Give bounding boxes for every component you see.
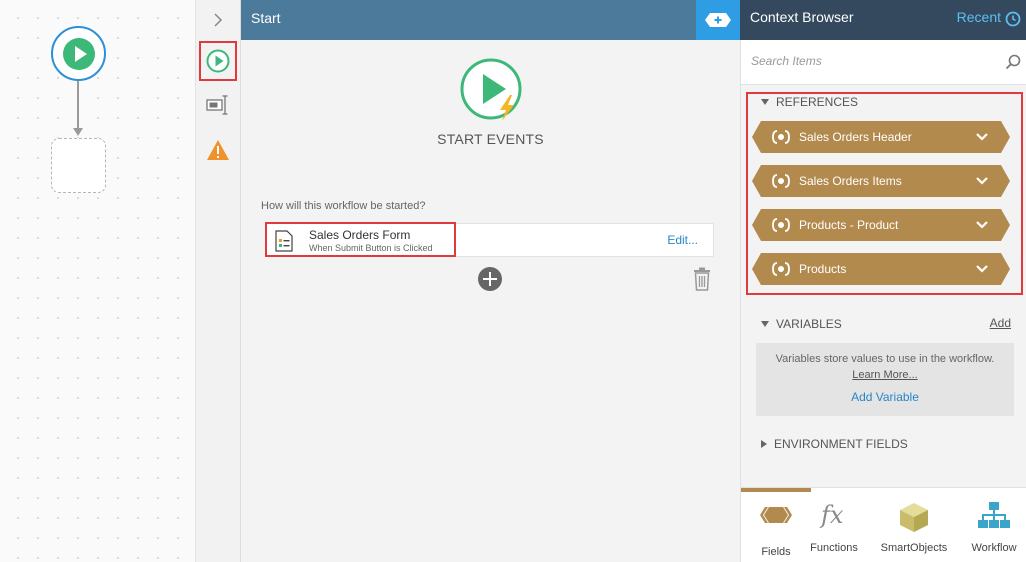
reference-label: Sales Orders Items [799, 174, 902, 188]
start-events-icon [458, 57, 526, 130]
start-node[interactable] [51, 26, 106, 81]
tab-workflow[interactable]: Workflow [959, 488, 1026, 562]
edit-event-link[interactable]: Edit... [667, 233, 698, 247]
properties-rail [196, 0, 241, 562]
expand-triangle-icon [761, 440, 767, 448]
reference-label: Sales Orders Header [799, 130, 912, 144]
context-browser-tabs: Fields fx Functions SmartObjects Workflo… [740, 487, 1026, 562]
chevron-right-icon [214, 13, 223, 27]
delete-event-button[interactable] [693, 267, 711, 296]
reference-item[interactable]: Products [752, 253, 1010, 285]
connector-arrow [73, 128, 83, 136]
search-bar [741, 40, 1026, 85]
plus-circle-icon [478, 267, 502, 291]
reference-item[interactable]: Products - Product [752, 209, 1010, 241]
chevron-down-icon[interactable] [976, 263, 988, 277]
tab-label: SmartObjects [880, 542, 948, 554]
start-question: How will this workflow be started? [261, 200, 426, 212]
start-events-title: START EVENTS [437, 131, 544, 147]
context-browser-title: Context Browser [750, 9, 854, 25]
search-icon[interactable] [1005, 54, 1021, 75]
reference-label: Products - Product [799, 218, 899, 232]
chevron-down-icon[interactable] [976, 175, 988, 189]
reference-label: Products [799, 262, 847, 276]
add-variable-button[interactable]: Add Variable [756, 390, 1014, 404]
smartobject-reference-icon [772, 129, 790, 148]
variables-section-header[interactable]: VARIABLES [761, 317, 842, 331]
context-browser-icon [705, 13, 731, 27]
clock-icon[interactable] [1005, 11, 1021, 32]
smartobject-reference-icon [772, 217, 790, 236]
search-input[interactable] [751, 54, 991, 68]
collapse-triangle-icon [761, 321, 769, 327]
chevron-down-icon[interactable] [976, 219, 988, 233]
context-browser: REFERENCES Sales Orders Header Sales Ord… [740, 40, 1026, 487]
connector-line [77, 81, 79, 131]
start-panel: START EVENTS How will this workflow be s… [241, 40, 740, 562]
play-icon [62, 37, 95, 70]
form-step-icon [206, 95, 228, 115]
context-browser-header: Context Browser Recent [740, 0, 1026, 40]
chevron-down-icon[interactable] [976, 131, 988, 145]
add-variable-link[interactable]: Add [990, 316, 1011, 330]
add-event-button[interactable] [478, 267, 502, 296]
environment-fields-section-header[interactable]: ENVIRONMENT FIELDS [761, 437, 908, 451]
recent-link[interactable]: Recent [957, 9, 1001, 25]
start-panel-header: Start [241, 0, 696, 40]
tab-label: Functions [810, 542, 858, 554]
svg-text:fx: fx [819, 501, 844, 529]
tab-label: Workflow [971, 542, 1017, 554]
variables-empty-box: Variables store values to use in the wor… [756, 343, 1014, 416]
context-browser-toggle[interactable] [696, 0, 740, 40]
workflow-canvas[interactable] [0, 0, 196, 562]
variables-description: Variables store values to use in the wor… [775, 353, 995, 365]
empty-step-placeholder[interactable] [51, 138, 106, 193]
start-tab-button[interactable] [199, 41, 237, 81]
tab-functions[interactable]: fx Functions [799, 488, 869, 562]
environment-fields-label: ENVIRONMENT FIELDS [774, 437, 908, 451]
learn-more-link[interactable]: Learn More... [756, 369, 1014, 381]
warnings-button[interactable] [199, 130, 237, 170]
reference-item[interactable]: Sales Orders Items [752, 165, 1010, 197]
reference-item[interactable]: Sales Orders Header [752, 121, 1010, 153]
smartobject-cube-icon [879, 501, 949, 533]
play-circle-icon [206, 49, 230, 73]
panel-title: Start [251, 10, 281, 26]
tab-smartobjects[interactable]: SmartObjects [879, 488, 949, 562]
expand-button[interactable] [199, 0, 237, 40]
functions-icon: fx [799, 501, 869, 529]
variables-label: VARIABLES [776, 317, 842, 331]
workflow-tree-icon [959, 501, 1026, 533]
warning-icon [207, 140, 229, 160]
steps-button[interactable] [199, 85, 237, 125]
smartobject-reference-icon [772, 173, 790, 192]
trash-icon [694, 267, 710, 291]
smartobject-reference-icon [772, 261, 790, 280]
event-highlight-box [265, 222, 456, 257]
